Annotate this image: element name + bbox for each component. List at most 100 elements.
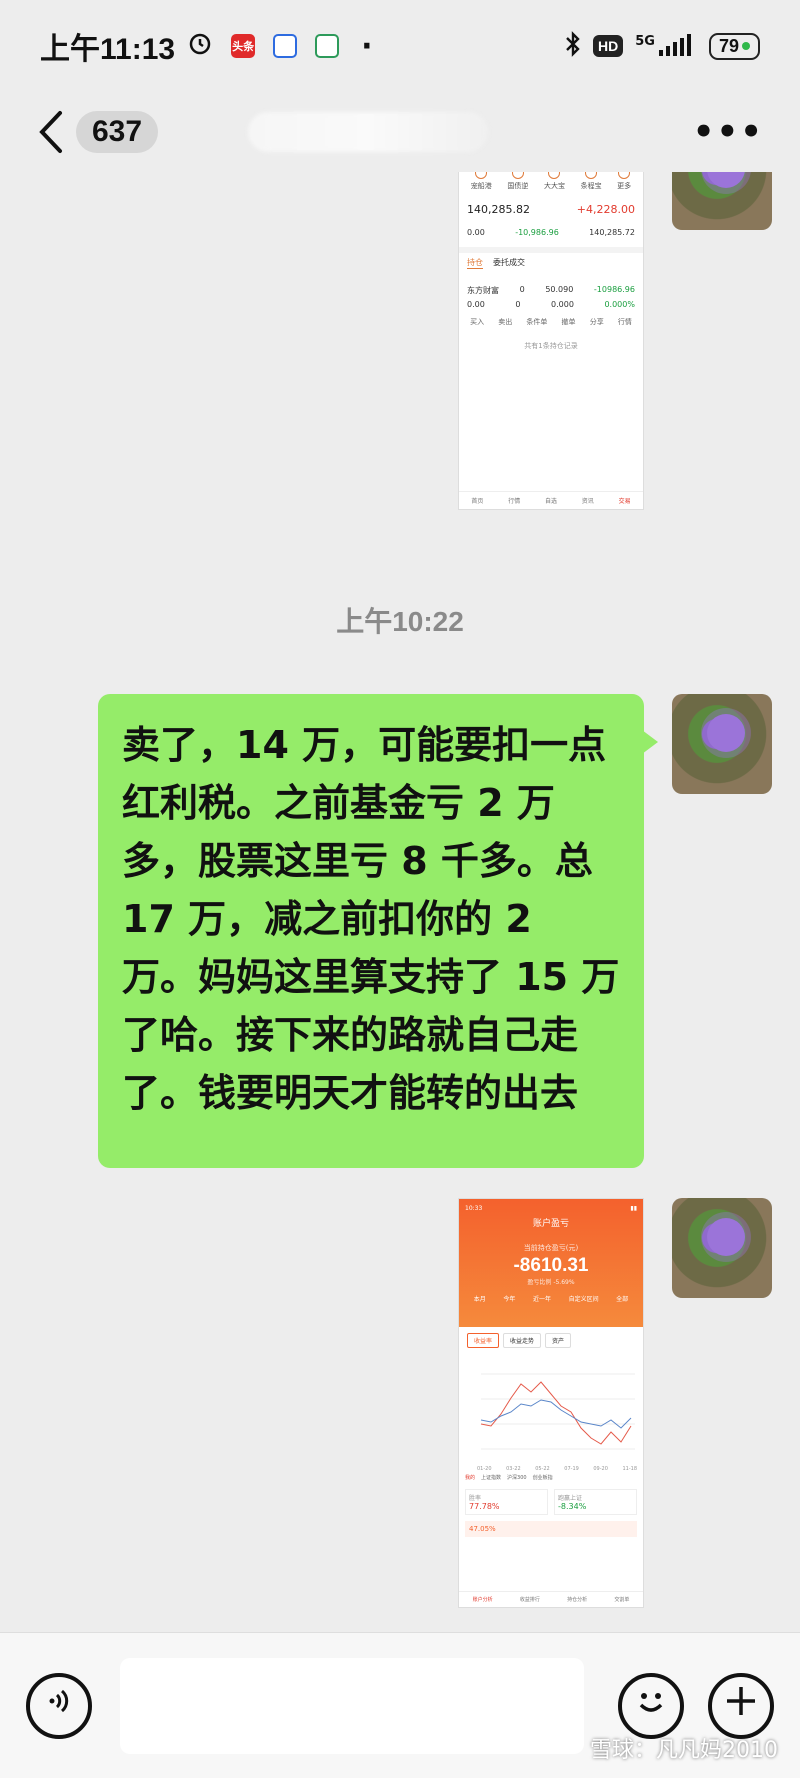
stat-cards: 胜率 77.78% 跑赢上证 -8.34% [459,1483,643,1521]
x-tick: 05-22 [535,1466,550,1472]
holding-pl: -10986.96 [593,285,635,294]
shortcut-item: 国债逆 [507,172,528,191]
shortcut-item: 条程宝 [581,172,602,191]
stat-value: -8.34% [558,1502,587,1511]
x-tick: 07-19 [564,1466,579,1472]
pl-header: 10:33 ▮▮ 账户盈亏 当前持仓盈亏(元) -8610.31 盈亏比例 -5.… [459,1199,643,1327]
x-tick: 11-18 [622,1466,637,1472]
network-label: 5G [635,34,655,49]
message-input-bar: 雪球：凡凡妈2010 [0,1632,800,1778]
return-chart: 01-20 03-22 05-22 07-19 09-20 11-18 [465,1354,637,1472]
app-tabbar: 首页 行情 自选 资讯 交易 [459,491,643,509]
app-notification-icon [273,34,298,58]
signal-icon: 5G [635,34,697,58]
shortcut-label: 国债逆 [507,182,529,190]
shortcut-item: 宠船港 [471,172,492,191]
image-message-brokerage-account[interactable]: 宠船港 国债逆 大大宝 条程宝 更多 140,285.82 +4,228.00 … [458,172,644,510]
segment: 收益走势 [503,1333,542,1348]
action-quote: 行情 [617,318,632,326]
trade-actions: 买入 卖出 条件单 撤单 分享 行情 [459,311,643,333]
pl-subtitle: 当前持仓盈亏(元) [523,1244,579,1252]
total-asset: 140,285.82 [467,203,530,216]
stat-card: 跑赢上证 -8.34% [554,1489,637,1515]
period-tab: 全部 [616,1296,629,1303]
tabbar-item: 行情 [508,498,521,505]
return-chart-svg [480,1373,635,1450]
unread-count-badge: 637 [76,111,159,153]
chart-segments: 收益率 收益走势 资产 [459,1327,643,1354]
avatar[interactable] [672,694,772,794]
holding-name: 东方财富 [467,286,499,295]
action-cancel: 撤单 [561,318,576,326]
status-time: 上午11:13 [40,33,176,66]
holding-qty: 0 [519,285,525,294]
legend-item: 上证指数 [481,1475,502,1481]
stat-label: 跑赢上证 [558,1495,583,1502]
x-tick: 01-20 [477,1466,492,1472]
action-share: 分享 [589,318,604,326]
pl-value: -8610.31 [513,1255,589,1276]
message-timestamp: 上午10:22 [336,606,464,637]
hd-badge: HD [593,35,624,57]
market-value: 140,285.72 [589,228,635,237]
promo-banner: 47.05% [465,1521,637,1537]
app-notification-icon-2 [315,34,340,58]
voice-input-button[interactable] [26,1672,92,1739]
today-pl: +4,228.00 [576,203,635,216]
shortcut-item: 大大宝 [544,172,565,191]
stat-card: 胜率 77.78% [465,1489,548,1515]
avatar[interactable] [672,1198,772,1298]
shortcut-icons: 宠船港 国债逆 大大宝 条程宝 更多 [459,172,643,195]
period-tab: 今年 [503,1296,516,1303]
float-pl: -10,986.96 [515,228,559,237]
emoji-button[interactable] [618,1672,684,1739]
tabbar-item: 持仓分析 [567,1597,588,1603]
legend-item: 沪深300 [507,1475,527,1481]
app-tabbar: 账户分析 收益排行 持仓分析 交割单 [459,1591,643,1607]
tabbar-item: 首页 [471,498,484,505]
tab-holdings: 持仓 [467,258,483,269]
smiley-icon [631,1681,671,1730]
voice-icon [43,1685,75,1726]
holding-pl-pct: 0.000% [604,300,635,309]
pl-title: 账户盈亏 [532,1219,569,1229]
x-tick: 03-22 [506,1466,521,1472]
legend-item: 我的 [465,1475,476,1481]
more-options-button[interactable]: ••• [693,112,764,152]
promo-value: 47.05% [469,1525,496,1533]
text-message-bubble[interactable]: 卖了，14 万，可能要扣一点红利税。之前基金亏 2 万多，股票这里亏 8 千多。… [98,694,658,1168]
tabbar-item: 收益排行 [519,1597,540,1603]
bluetooth-icon [565,30,581,62]
battery-indicator: 79 [708,32,760,60]
tabbar-item: 账户分析 [472,1597,493,1603]
holding-hint: 共有1条持仓记录 [524,342,578,350]
period-tab: 近一年 [532,1296,551,1303]
period-tabs: 本月 今年 近一年 自定义区间 全部 [465,1294,637,1303]
back-button[interactable]: 637 [36,109,159,155]
tab-orders: 委托成交 [493,258,525,267]
battery-icon [742,42,750,50]
chat-messages[interactable]: 宠船港 国债逆 大大宝 条程宝 更多 140,285.82 +4,228.00 … [0,172,800,1632]
stat-value: 77.78% [469,1502,500,1511]
contact-name-redacted [248,112,489,152]
segment: 资产 [545,1333,572,1348]
image-message-account-pl[interactable]: 10:33 ▮▮ 账户盈亏 当前持仓盈亏(元) -8610.31 盈亏比例 -5.… [458,1198,644,1608]
shortcut-item: 更多 [617,172,631,191]
holding-price: 50.090 [545,285,574,294]
plus-icon [723,1683,759,1728]
period-tab: 自定义区间 [568,1296,599,1303]
shortcut-label: 条程宝 [580,182,602,190]
period-tab: 本月 [473,1296,486,1303]
asset-detail: 0.00 -10,986.96 140,285.72 [459,226,643,239]
more-functions-button[interactable] [708,1672,774,1739]
action-sell: 卖出 [498,318,513,326]
legend-item: 创业板指 [532,1475,553,1481]
x-tick: 09-20 [593,1466,608,1472]
avatar[interactable] [672,172,772,230]
tabbar-item: 交易 [618,498,631,505]
chevron-left-icon [36,109,66,155]
asset-summary: 140,285.82 +4,228.00 [459,201,643,218]
tabbar-item: 交割单 [614,1597,630,1603]
message-text-input[interactable] [120,1657,584,1754]
alarm-icon [187,29,213,64]
